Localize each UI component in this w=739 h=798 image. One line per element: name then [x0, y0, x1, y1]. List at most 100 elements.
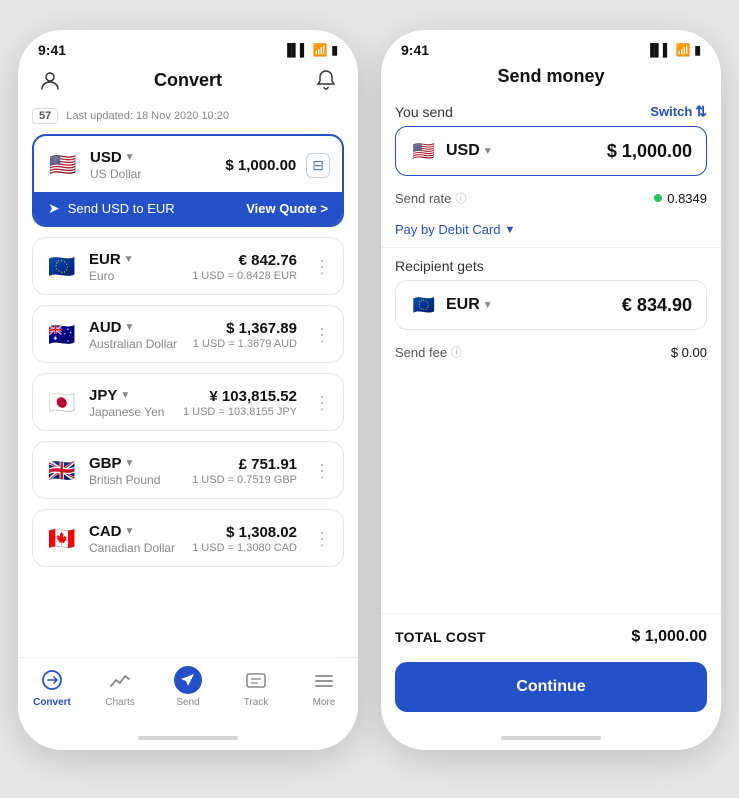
to-currency-left: 🇪🇺 EUR ▼ — [410, 291, 493, 319]
status-bar-left: 9:41 ▐▌▌ 📶 ▮ — [18, 30, 358, 62]
aud-more-btn[interactable]: ⋮ — [307, 325, 331, 346]
send-money-content: You send Switch ⇅ 🇺🇸 USD ▼ $ 1,000.00 — [381, 95, 721, 613]
usd-amount-block: $ 1,000.00 — [225, 157, 296, 174]
pay-method-chevron: ▼ — [505, 224, 516, 236]
currency-row-eur[interactable]: 🇪🇺 EUR ▼ Euro € 842.76 1 USD = 0.8428 EU… — [32, 237, 344, 295]
cad-rate: 1 USD = 1.3080 CAD — [192, 542, 297, 554]
aud-amount-block: $ 1,367.89 1 USD = 1.3679 AUD — [193, 320, 297, 350]
gbp-amount: £ 751.91 — [192, 456, 297, 473]
send-rate-value: 0.8349 — [654, 191, 707, 206]
gbp-rate: 1 USD = 0.7519 GBP — [192, 474, 297, 486]
eur-more-btn[interactable]: ⋮ — [307, 257, 331, 278]
send-fee-info-icon: ⓘ — [451, 344, 462, 360]
charts-icon — [106, 666, 134, 694]
send-plane-icon: ➤ — [48, 200, 60, 217]
time-right: 9:41 — [401, 42, 429, 58]
send-fee-row: Send fee ⓘ $ 0.00 — [381, 336, 721, 368]
nav-send[interactable]: Send — [154, 666, 222, 708]
left-phone: 9:41 ▐▌▌ 📶 ▮ Convert — [18, 30, 358, 750]
phones-container: 9:41 ▐▌▌ 📶 ▮ Convert — [0, 0, 739, 798]
eur-full: Euro — [89, 269, 182, 283]
gbp-code: GBP ▼ — [89, 455, 182, 472]
status-bar-right: 9:41 ▐▌▌ 📶 ▮ — [381, 30, 721, 62]
last-updated-text: Last updated: 18 Nov 2020 10:20 — [66, 110, 229, 122]
base-currency-card[interactable]: 🇺🇸 USD ▼ US Dollar $ 1,000.00 ⊟ — [32, 134, 344, 227]
aud-code: AUD ▼ — [89, 319, 183, 336]
total-cost-row: TOTAL COST $ 1,000.00 — [395, 628, 707, 646]
continue-button[interactable]: Continue — [395, 662, 707, 712]
cad-name-block: CAD ▼ Canadian Dollar — [89, 523, 182, 555]
cad-full: Canadian Dollar — [89, 541, 182, 555]
to-flag: 🇪🇺 — [410, 291, 438, 319]
nav-bar-right: Send money — [381, 62, 721, 95]
rate-dot — [654, 194, 662, 202]
divider1 — [381, 247, 721, 248]
battery-icon-right: ▮ — [694, 43, 701, 57]
pay-method-row[interactable]: Pay by Debit Card ▼ — [381, 216, 721, 247]
nav-charts[interactable]: Charts — [86, 666, 154, 708]
you-send-label: You send — [395, 104, 453, 120]
cad-amount-block: $ 1,308.02 1 USD = 1.3080 CAD — [192, 524, 297, 554]
nav-bar-left: Convert — [18, 62, 358, 102]
nav-convert[interactable]: Convert — [18, 666, 86, 708]
send-label: Send — [176, 697, 199, 708]
convert-icon — [38, 666, 66, 694]
currency-row-jpy[interactable]: 🇯🇵 JPY ▼ Japanese Yen ¥ 103,815.52 1 USD… — [32, 373, 344, 431]
usd-flag: 🇺🇸 — [46, 148, 80, 182]
more-icon — [310, 666, 338, 694]
usd-full-name: US Dollar — [90, 167, 215, 181]
signal-icon: ▐▌▌ — [283, 43, 309, 57]
eur-amount-block: € 842.76 1 USD = 0.8428 EUR — [192, 252, 297, 282]
from-currency-left: 🇺🇸 USD ▼ — [410, 137, 493, 165]
total-cost-value: $ 1,000.00 — [631, 628, 707, 646]
switch-btn[interactable]: Switch ⇅ — [650, 103, 707, 120]
home-indicator-right — [381, 726, 721, 750]
nav-more[interactable]: More — [290, 666, 358, 708]
wifi-icon-right: 📶 — [675, 43, 690, 57]
send-fee-value: $ 0.00 — [671, 345, 707, 360]
view-quote-btn[interactable]: View Quote > — [246, 201, 328, 216]
to-currency-selector[interactable]: 🇪🇺 EUR ▼ € 834.90 — [395, 280, 707, 330]
eur-rate: 1 USD = 0.8428 EUR — [192, 270, 297, 282]
aud-rate: 1 USD = 1.3679 AUD — [193, 338, 297, 350]
from-amount: $ 1,000.00 — [607, 141, 692, 162]
nav-track[interactable]: Track — [222, 666, 290, 708]
send-quote-row[interactable]: ➤ Send USD to EUR View Quote > — [34, 192, 342, 225]
jpy-more-btn[interactable]: ⋮ — [307, 393, 331, 414]
cad-code: CAD ▼ — [89, 523, 182, 540]
notification-icon[interactable] — [312, 66, 340, 94]
currency-row-cad[interactable]: 🇨🇦 CAD ▼ Canadian Dollar $ 1,308.02 1 US… — [32, 509, 344, 567]
send-rate-label: Send rate ⓘ — [395, 190, 466, 206]
gbp-more-btn[interactable]: ⋮ — [307, 461, 331, 482]
wifi-icon: 📶 — [312, 43, 327, 57]
send-row-text: Send USD to EUR — [68, 201, 175, 216]
signal-icon-right: ▐▌▌ — [646, 43, 672, 57]
usd-code: USD ▼ — [90, 149, 215, 166]
pay-method-label: Pay by Debit Card — [395, 222, 501, 237]
jpy-rate: 1 USD = 103.8155 JPY — [183, 406, 297, 418]
jpy-amount: ¥ 103,815.52 — [183, 388, 297, 405]
status-icons-left: ▐▌▌ 📶 ▮ — [283, 43, 338, 57]
calculator-icon[interactable]: ⊟ — [306, 153, 330, 178]
jpy-amount-block: ¥ 103,815.52 1 USD = 103.8155 JPY — [183, 388, 297, 418]
update-badge: 57 — [32, 108, 58, 124]
bottom-nav-left: Convert Charts Send — [18, 657, 358, 726]
to-code: EUR ▼ — [446, 296, 493, 314]
jpy-full: Japanese Yen — [89, 405, 173, 419]
gbp-full: British Pound — [89, 473, 182, 487]
currency-row-gbp[interactable]: 🇬🇧 GBP ▼ British Pound £ 751.91 1 USD = … — [32, 441, 344, 499]
convert-content: 57 Last updated: 18 Nov 2020 10:20 🇺🇸 US… — [18, 102, 358, 657]
convert-label: Convert — [33, 697, 71, 708]
jpy-name-block: JPY ▼ Japanese Yen — [89, 387, 173, 419]
cad-flag: 🇨🇦 — [45, 522, 79, 556]
from-currency-selector[interactable]: 🇺🇸 USD ▼ $ 1,000.00 — [395, 126, 707, 176]
page-title-left: Convert — [154, 70, 222, 91]
cad-more-btn[interactable]: ⋮ — [307, 529, 331, 550]
currency-row-aud[interactable]: 🇦🇺 AUD ▼ Australian Dollar $ 1,367.89 1 … — [32, 305, 344, 363]
profile-icon[interactable] — [36, 66, 64, 94]
jpy-code: JPY ▼ — [89, 387, 173, 404]
track-icon — [242, 666, 270, 694]
from-flag: 🇺🇸 — [410, 137, 438, 165]
usd-name-block: USD ▼ US Dollar — [90, 149, 215, 181]
you-send-header: You send Switch ⇅ — [395, 103, 707, 120]
